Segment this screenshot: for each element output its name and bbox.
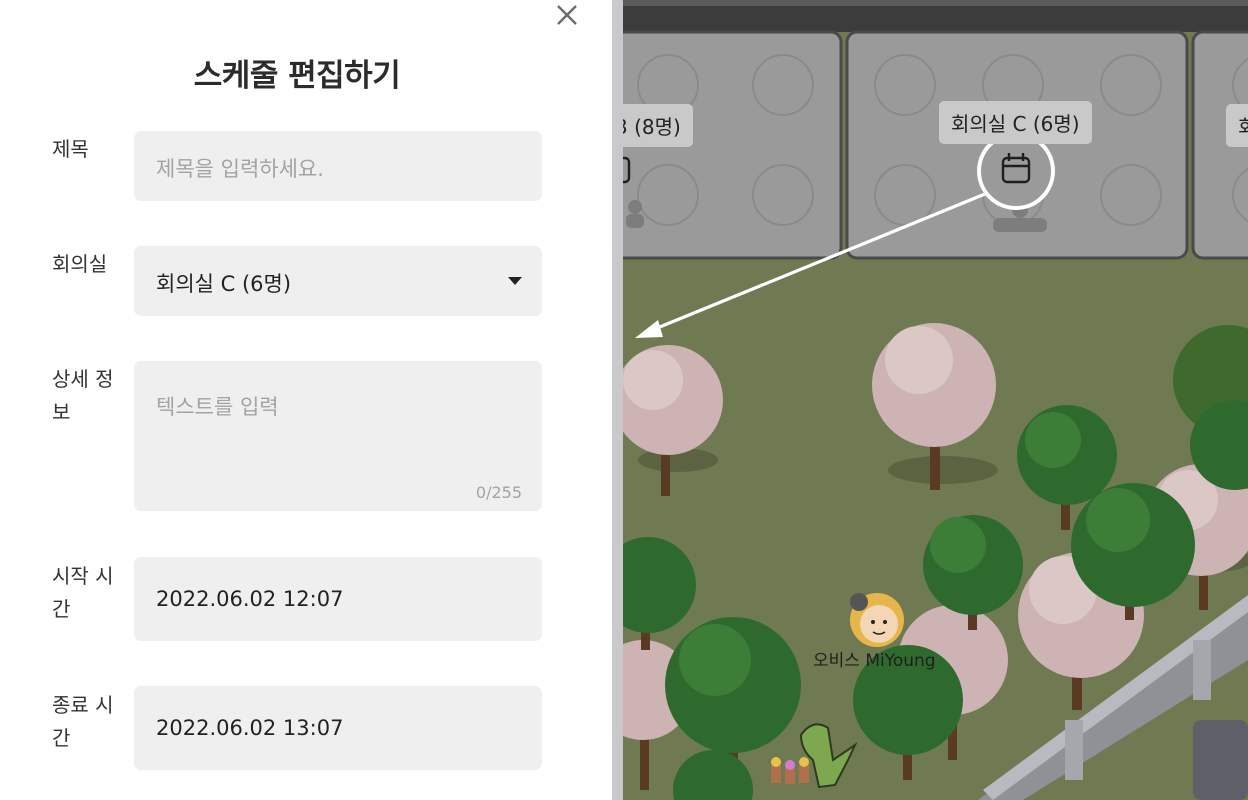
subject-placeholder: 제목을 입력하세요.	[156, 157, 324, 181]
panel-divider[interactable]	[612, 0, 623, 800]
start-time-value: 2022.06.02 12:07	[156, 587, 344, 611]
room-select[interactable]: 회의실 C (6명)	[134, 246, 542, 316]
close-icon[interactable]	[552, 0, 582, 30]
subject-input[interactable]: 제목을 입력하세요.	[134, 131, 542, 201]
user-avatar	[850, 593, 904, 647]
map-scene	[623, 0, 1248, 800]
room-label-d[interactable]: 회	[1226, 104, 1248, 147]
details-label: 상세 정보	[52, 367, 114, 424]
room-label-b[interactable]: 3 (8명)	[623, 104, 693, 147]
dialog-title: 스케줄 편집하기	[193, 58, 401, 94]
end-time-value: 2022.06.02 13:07	[156, 716, 344, 740]
details-textarea[interactable]: 텍스트를 입력 0/255	[134, 361, 542, 511]
end-time-input[interactable]: 2022.06.02 13:07	[134, 686, 542, 770]
start-time-label: 시작 시간	[52, 564, 114, 621]
room-selected-value: 회의실 C (6명)	[156, 272, 292, 296]
subject-label: 제목	[52, 137, 89, 161]
end-time-label: 종료 시간	[52, 693, 114, 750]
details-placeholder: 텍스트를 입력	[156, 395, 279, 419]
highlight-circle	[977, 132, 1055, 210]
room-label-c[interactable]: 회의실 C (6명)	[939, 101, 1092, 144]
start-time-input[interactable]: 2022.06.02 12:07	[134, 557, 542, 641]
schedule-edit-panel: 스케줄 편집하기 제목 제목을 입력하세요. 회의실 회의실 C (6명) 상세…	[0, 0, 612, 800]
character-counter: 0/255	[475, 483, 522, 502]
avatar-name-label: 오비스 MiYoung	[813, 651, 936, 671]
virtual-office-map[interactable]: 3 (8명) 회의실 C (6명) 회 오비스 MiYoung	[623, 0, 1248, 800]
caret-down-icon	[508, 277, 522, 285]
room-label: 회의실	[52, 252, 108, 276]
